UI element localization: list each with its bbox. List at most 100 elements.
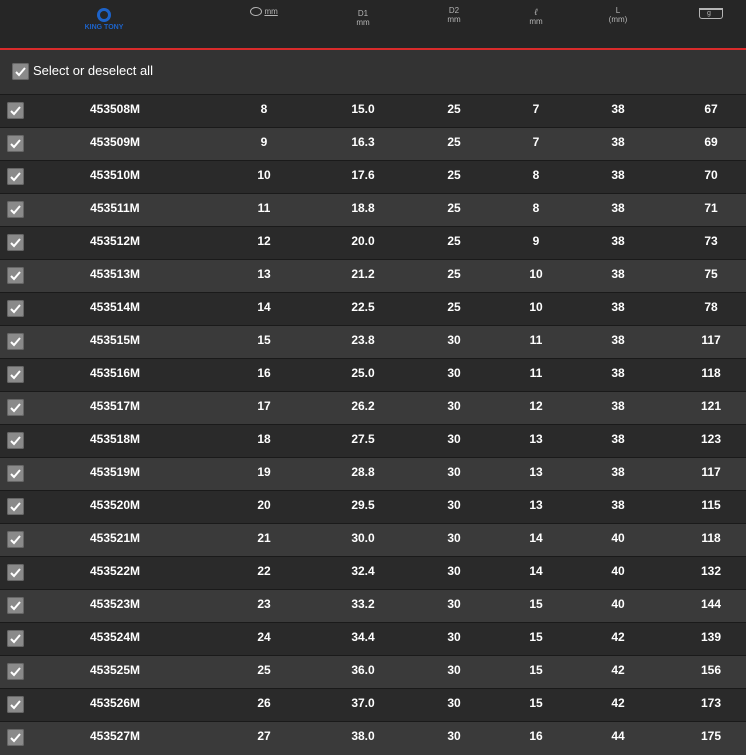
cell-d1: 33.2 [351, 597, 375, 611]
checkmark-icon [10, 502, 21, 512]
cell-weight: 175 [700, 729, 722, 743]
cell-part-number: 453519M [89, 465, 141, 479]
cell-d1: 25.0 [351, 366, 375, 380]
row-checkbox[interactable] [7, 630, 24, 647]
table-row: 453512M 12 20.0 25 9 38 73 [0, 226, 746, 260]
cell-weight: 71 [704, 201, 718, 215]
row-checkbox[interactable] [7, 399, 24, 416]
cell-weight: 115 [701, 498, 721, 512]
row-checkbox[interactable] [7, 168, 24, 185]
header-d1-unit: mm [356, 18, 370, 27]
row-checkbox[interactable] [7, 696, 24, 713]
cell-weight: 156 [700, 663, 722, 677]
row-checkbox[interactable] [7, 366, 24, 383]
cell-l-big: 38 [611, 267, 625, 281]
row-checkbox[interactable] [7, 498, 24, 515]
row-checkbox[interactable] [7, 300, 24, 317]
table-row: 453521M 21 30.0 30 14 40 118 [0, 523, 746, 557]
cell-l-small: 13 [529, 432, 543, 446]
cell-size: 19 [257, 465, 271, 479]
row-checkbox[interactable] [7, 729, 24, 746]
header-weight-unit: g [707, 10, 711, 17]
select-all-label[interactable]: Select or deselect all [33, 63, 153, 78]
row-checkbox[interactable] [7, 102, 24, 119]
cell-l-big: 38 [611, 234, 625, 248]
cell-l-big: 40 [611, 531, 625, 545]
circle-size-icon [250, 7, 263, 17]
cell-d2: 30 [447, 399, 461, 413]
cell-d2: 25 [447, 234, 461, 248]
cell-d1: 16.3 [351, 135, 375, 149]
cell-l-big: 44 [611, 729, 625, 743]
cell-weight: 70 [704, 168, 718, 182]
cell-d1: 29.5 [351, 498, 375, 512]
checkmark-icon [15, 67, 26, 77]
checkmark-icon [10, 700, 21, 710]
cell-part-number: 453509M [89, 135, 141, 149]
cell-d2: 25 [447, 168, 461, 182]
cell-d2: 25 [447, 135, 461, 149]
checkmark-icon [10, 172, 21, 182]
checkmark-icon [10, 106, 21, 116]
cell-d2: 30 [447, 465, 461, 479]
cell-part-number: 453517M [89, 399, 141, 413]
select-all-checkbox[interactable] [12, 63, 29, 80]
cell-d1: 18.8 [351, 201, 375, 215]
cell-part-number: 453523M [89, 597, 141, 611]
row-checkbox[interactable] [7, 234, 24, 251]
cell-size: 20 [257, 498, 271, 512]
cell-size: 23 [257, 597, 271, 611]
cell-part-number: 453518M [89, 432, 141, 446]
cell-size: 13 [257, 267, 271, 281]
cell-weight: 123 [700, 432, 722, 446]
cell-d1: 37.0 [351, 696, 375, 710]
row-checkbox[interactable] [7, 663, 24, 680]
header-weight: g [686, 8, 736, 56]
cell-size: 10 [257, 168, 271, 182]
row-checkbox[interactable] [7, 333, 24, 350]
cell-weight: 173 [700, 696, 722, 710]
row-checkbox[interactable] [7, 531, 24, 548]
select-all-row[interactable]: Select or deselect all [0, 50, 746, 95]
header-size-unit: mm [264, 7, 278, 16]
cell-l-small: 15 [529, 597, 543, 611]
cell-l-small: 7 [532, 135, 540, 149]
checkmark-icon [10, 568, 21, 578]
row-checkbox[interactable] [7, 135, 24, 152]
cell-l-big: 42 [611, 696, 625, 710]
checkmark-icon [10, 436, 21, 446]
row-checkbox[interactable] [7, 465, 24, 482]
row-checkbox[interactable] [7, 564, 24, 581]
row-checkbox[interactable] [7, 432, 24, 449]
cell-part-number: 453524M [89, 630, 141, 644]
checkmark-icon [10, 370, 21, 380]
cell-d2: 30 [447, 531, 461, 545]
cell-weight: 121 [700, 399, 722, 413]
table-row: 453515M 15 23.8 30 11 38 117 [0, 325, 746, 359]
cell-d2: 30 [447, 729, 461, 743]
cell-d1: 36.0 [351, 663, 375, 677]
cell-l-big: 38 [611, 366, 625, 380]
cell-size: 21 [257, 531, 271, 545]
table-row: 453525M 25 36.0 30 15 42 156 [0, 655, 746, 689]
cell-d1: 30.0 [351, 531, 375, 545]
cell-l-big: 40 [611, 564, 625, 578]
table-row: 453510M 10 17.6 25 8 38 70 [0, 160, 746, 194]
row-checkbox[interactable] [7, 201, 24, 218]
cell-part-number: 453521M [89, 531, 141, 545]
row-checkbox[interactable] [7, 597, 24, 614]
brand-name: KING TONY [84, 24, 124, 31]
cell-l-small: 8 [532, 168, 540, 182]
header-l-small-label: ℓ [534, 7, 538, 17]
cell-d2: 25 [447, 201, 461, 215]
checkmark-icon [10, 337, 21, 347]
cell-size: 25 [257, 663, 271, 677]
cell-l-small: 14 [529, 531, 543, 545]
cell-size: 12 [257, 234, 271, 248]
cell-d1: 32.4 [351, 564, 375, 578]
cell-weight: 73 [704, 234, 718, 248]
cell-l-big: 38 [611, 201, 625, 215]
cell-weight: 117 [701, 465, 721, 479]
cell-d1: 34.4 [351, 630, 375, 644]
row-checkbox[interactable] [7, 267, 24, 284]
